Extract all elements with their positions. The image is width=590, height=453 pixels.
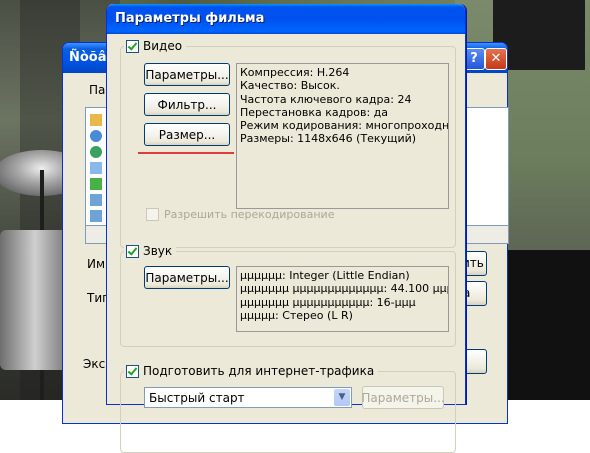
chevron-down-icon[interactable]: ▼ <box>334 389 350 406</box>
video-info-line: Режим кодирования: многопроходный <box>240 119 449 133</box>
file-icon <box>90 162 102 174</box>
red-underline-annotation <box>138 152 234 154</box>
help-icon[interactable]: ? <box>463 48 485 70</box>
file-icon <box>90 178 102 190</box>
internet-group-header[interactable]: Подготовить для интернет-трафика <box>124 364 379 378</box>
movie-settings-dialog: Параметры фильма Видео Параметры... Филь… <box>106 4 466 453</box>
video-info-line: Частота ключевого кадра: 24 <box>240 92 412 106</box>
internet-checkbox[interactable] <box>126 364 139 378</box>
internet-mode-select[interactable]: Быстрый старт ▼ <box>144 387 352 408</box>
audio-label: Звук <box>143 244 173 258</box>
video-label: Видео <box>143 39 183 53</box>
video-group-header[interactable]: Видео <box>124 39 187 53</box>
internet-label: Подготовить для интернет-трафика <box>143 364 375 378</box>
audio-checkbox[interactable] <box>126 244 139 258</box>
audio-info-line: µµµµµ: Стерео (L R) <box>240 308 353 322</box>
video-checkbox[interactable] <box>126 39 139 53</box>
internet-group <box>120 371 456 453</box>
computer-icon <box>90 130 102 142</box>
video-info-box: Компрессия: H.264 Качество: Высок. Часто… <box>236 63 449 209</box>
audio-settings-button[interactable]: Параметры... <box>144 266 230 289</box>
audio-group-header[interactable]: Звук <box>124 244 177 258</box>
dialog-title: Параметры фильма <box>115 11 265 26</box>
video-settings-button[interactable]: Параметры... <box>144 63 230 86</box>
allow-transcode-option: Разрешить перекодирование <box>146 208 334 221</box>
video-info-line: Перестановка кадров: да <box>240 105 389 119</box>
network-icon <box>90 146 102 158</box>
back-label-top: Па <box>89 83 106 97</box>
audio-info-line: µµµµµµµ µµµµµµµµµµµ: 16-µµµ <box>240 295 416 309</box>
folder-icon <box>90 114 102 126</box>
file-icon <box>90 194 102 206</box>
allow-transcode-checkbox <box>146 208 159 221</box>
video-info-line: Компрессия: H.264 <box>240 66 350 79</box>
video-filter-button[interactable]: Фильтр... <box>144 93 230 116</box>
close-icon[interactable]: ✕ <box>485 48 507 70</box>
allow-transcode-label: Разрешить перекодирование <box>164 208 335 221</box>
video-info-line: Размеры: 1148x646 (Текущий) <box>240 132 417 146</box>
internet-mode-value: Быстрый старт <box>149 390 245 405</box>
dialog-titlebar[interactable]: Параметры фильма <box>107 4 465 34</box>
file-icon <box>90 210 102 222</box>
drum-image <box>0 230 70 370</box>
internet-settings-button: Параметры... <box>361 386 445 409</box>
audio-info-box: µµµµµµ: Integer (Little Endian) µµµµµµµ … <box>236 266 449 332</box>
video-info-line: Качество: Высок. <box>240 79 340 93</box>
audio-info-line: µµµµµµ: Integer (Little Endian) <box>240 269 410 282</box>
video-size-button[interactable]: Размер... <box>144 123 230 146</box>
audio-info-line: µµµµµµµ µµµµµµµµµµµµµ: 44.100 µµµ <box>240 282 449 296</box>
